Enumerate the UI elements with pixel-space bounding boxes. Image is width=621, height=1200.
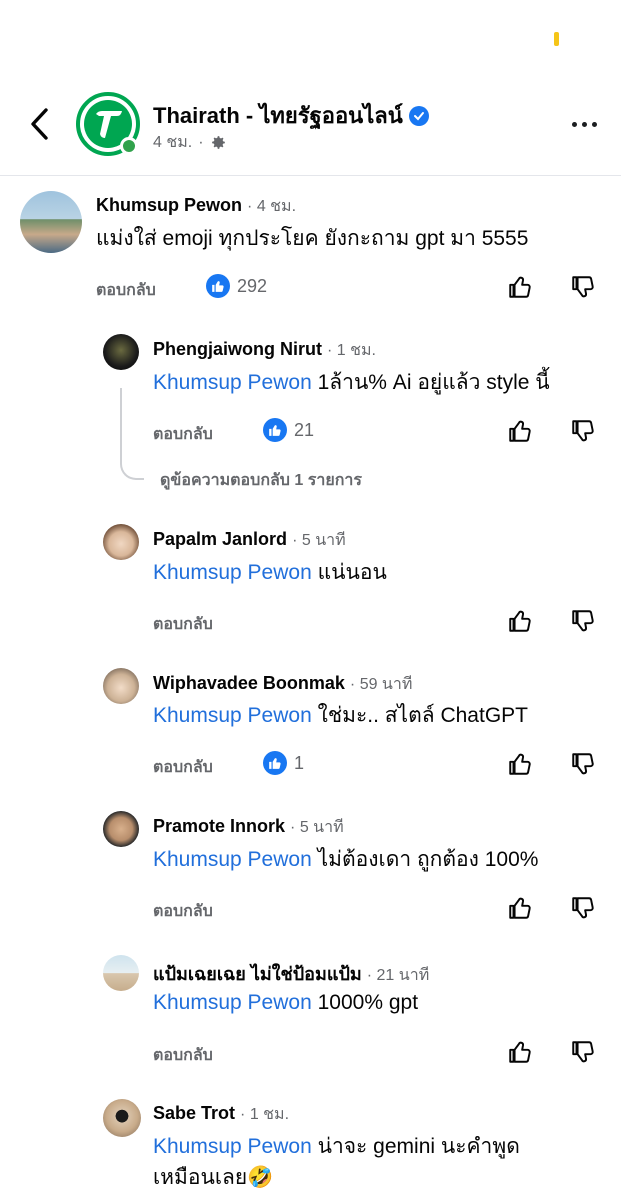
reaction-count[interactable]: 21 (263, 418, 314, 442)
more-dot (581, 121, 587, 127)
page-name-text: Thairath - ไทยรัฐออนไลน์ (153, 103, 403, 128)
thumbs-up-icon (509, 897, 531, 919)
reaction-count[interactable]: 1 (263, 751, 304, 775)
reply-button[interactable]: ตอบกลับ (153, 1043, 213, 1068)
more-dot (591, 121, 597, 127)
comment-text: ไม่ต้องเดา ถูกต้อง 100% (317, 848, 539, 871)
mention-link[interactable]: Khumsup Pewon (153, 561, 312, 584)
like-count: 1 (294, 752, 305, 773)
thumbs-up-icon (509, 420, 531, 442)
reply-button[interactable]: ตอบกลับ (153, 899, 213, 924)
view-replies-link[interactable]: ดูข้อความตอบกลับ 1 รายการ (160, 468, 362, 493)
mention-link[interactable]: Khumsup Pewon (153, 848, 312, 871)
comment-text: 1ล้าน% Ai อยู่แล้ว style นี้ (317, 371, 550, 394)
like-count: 21 (294, 419, 315, 440)
thumbs-up-icon (509, 610, 531, 632)
thumbs-down-icon (572, 420, 594, 442)
commenter-name[interactable]: Phengjaiwong Nirut (153, 339, 322, 359)
comment-time: 5 นาที (299, 819, 344, 836)
comment-text: แน่นอน (317, 561, 387, 584)
reply-button[interactable]: ตอบกลับ (96, 278, 156, 303)
comment-text: แม่งใส่ emoji ทุกประโยค ยังกะถาม gpt มา … (96, 227, 529, 250)
like-button[interactable] (505, 1037, 535, 1067)
dislike-button[interactable] (568, 749, 598, 779)
status-indicator (554, 32, 559, 46)
comment-time: 59 นาที (359, 676, 413, 693)
like-reaction-icon (263, 751, 287, 775)
chevron-left-icon (31, 108, 48, 140)
comment-time: 4 ชม. (256, 198, 297, 215)
reply-button[interactable]: ตอบกลับ (153, 422, 213, 447)
like-button[interactable] (505, 606, 535, 636)
more-horizontal-icon (571, 121, 577, 127)
post-meta: 4 ชม. · (153, 130, 227, 155)
gear-icon (211, 136, 225, 149)
back-button[interactable] (22, 104, 56, 144)
mention-link[interactable]: Khumsup Pewon (153, 371, 312, 394)
comment-time: 5 นาที (301, 532, 346, 549)
thumbs-up-icon (509, 1041, 531, 1063)
comment-time: 1 ชม. (336, 342, 376, 359)
commenter-name[interactable]: Papalm Janlord (153, 529, 287, 549)
commenter-name[interactable]: Pramote Innork (153, 816, 285, 836)
avatar[interactable] (103, 668, 139, 704)
mention-link[interactable]: Khumsup Pewon (153, 991, 312, 1014)
thumbs-down-icon (572, 1041, 594, 1063)
commenter-name[interactable]: Sabe Trot (153, 1103, 235, 1123)
comment-text: 1000% gpt (317, 991, 419, 1014)
thumbs-down-icon (572, 276, 594, 298)
mention-link[interactable]: Khumsup Pewon (153, 1135, 312, 1158)
like-button[interactable] (505, 416, 535, 446)
dislike-button[interactable] (568, 272, 598, 302)
reply-button[interactable]: ตอบกลับ (153, 612, 213, 637)
dislike-button[interactable] (568, 1037, 598, 1067)
thumbs-down-icon (572, 753, 594, 775)
online-status-dot (120, 137, 138, 155)
like-count: 292 (237, 275, 268, 296)
meta-separator: · (198, 133, 204, 151)
avatar[interactable] (103, 334, 139, 370)
more-options-button[interactable] (564, 110, 604, 138)
reply-button[interactable]: ตอบกลับ (153, 755, 213, 780)
mention-link[interactable]: Khumsup Pewon (153, 704, 312, 727)
thread-connector-line (120, 388, 144, 480)
avatar[interactable] (103, 524, 139, 560)
thumbs-up-icon (509, 276, 531, 298)
comment-time: 21 นาที (376, 967, 430, 984)
comment-time: 1 ชม. (249, 1106, 290, 1123)
avatar[interactable] (103, 955, 139, 991)
reaction-count[interactable]: 292 (206, 274, 267, 298)
dislike-button[interactable] (568, 606, 598, 636)
comment-text: ใช่มะ.. สไตล์ ChatGPT (317, 704, 528, 727)
page-title[interactable]: Thairath - ไทยรัฐออนไลน์ (153, 98, 429, 133)
like-button[interactable] (505, 749, 535, 779)
like-reaction-icon (263, 418, 287, 442)
post-time: 4 ชม. (153, 134, 193, 151)
thumbs-down-icon (572, 610, 594, 632)
thumbs-up-icon (509, 753, 531, 775)
dislike-button[interactable] (568, 416, 598, 446)
comment-text: น่าจะ gemini นะคำพูด (317, 1135, 520, 1158)
post-header: Thairath - ไทยรัฐออนไลน์ 4 ชม. · (0, 84, 621, 176)
like-button[interactable] (505, 893, 535, 923)
avatar[interactable] (103, 1099, 141, 1137)
verified-badge-icon (408, 105, 429, 126)
commenter-name[interactable]: Khumsup Pewon (96, 195, 242, 215)
commenter-name[interactable]: แป้มเฉยเฉย ไม่ใช่ป้อมแป้ม (153, 964, 362, 984)
dislike-button[interactable] (568, 893, 598, 923)
avatar[interactable] (103, 811, 139, 847)
like-reaction-icon (206, 274, 230, 298)
header-divider (0, 175, 621, 176)
comment-text-continued: เหมือนเลย🤣 (153, 1166, 274, 1189)
avatar[interactable] (20, 191, 82, 253)
like-button[interactable] (505, 272, 535, 302)
commenter-name[interactable]: Wiphavadee Boonmak (153, 673, 345, 693)
thumbs-down-icon (572, 897, 594, 919)
